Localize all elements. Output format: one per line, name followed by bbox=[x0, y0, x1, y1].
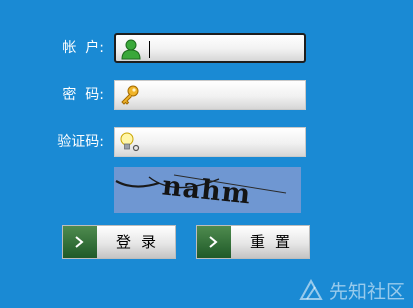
captcha-field[interactable] bbox=[114, 127, 306, 157]
account-label: 帐 户: bbox=[62, 40, 104, 56]
password-input[interactable] bbox=[145, 84, 301, 106]
reset-button-label: 重置 bbox=[249, 233, 300, 251]
account-field[interactable] bbox=[114, 33, 306, 63]
account-row: 帐 户: bbox=[0, 31, 413, 65]
key-icon bbox=[119, 84, 141, 106]
reset-button[interactable]: 重置 bbox=[196, 225, 310, 259]
account-input[interactable] bbox=[146, 38, 300, 60]
login-button-tip bbox=[63, 226, 97, 258]
password-label: 密 码: bbox=[62, 87, 104, 103]
login-button[interactable]: 登录 bbox=[62, 225, 176, 259]
watermark: 先知社区 bbox=[299, 277, 405, 303]
reset-button-tip bbox=[197, 226, 231, 258]
chevron-right-icon bbox=[209, 236, 218, 248]
watermark-text: 先知社区 bbox=[328, 280, 405, 303]
login-button-label: 登录 bbox=[115, 233, 166, 251]
lightbulb-icon bbox=[119, 131, 141, 153]
captcha-row: 验证码: bbox=[0, 125, 413, 159]
captcha-input[interactable] bbox=[145, 131, 301, 153]
captcha-label: 验证码: bbox=[57, 134, 104, 150]
user-icon bbox=[120, 38, 142, 60]
captcha-image[interactable]: nahm bbox=[114, 167, 301, 213]
chevron-right-icon bbox=[75, 236, 84, 248]
password-field[interactable] bbox=[114, 80, 306, 110]
watermark-logo-icon bbox=[299, 279, 323, 300]
password-row: 密 码: bbox=[0, 78, 413, 112]
